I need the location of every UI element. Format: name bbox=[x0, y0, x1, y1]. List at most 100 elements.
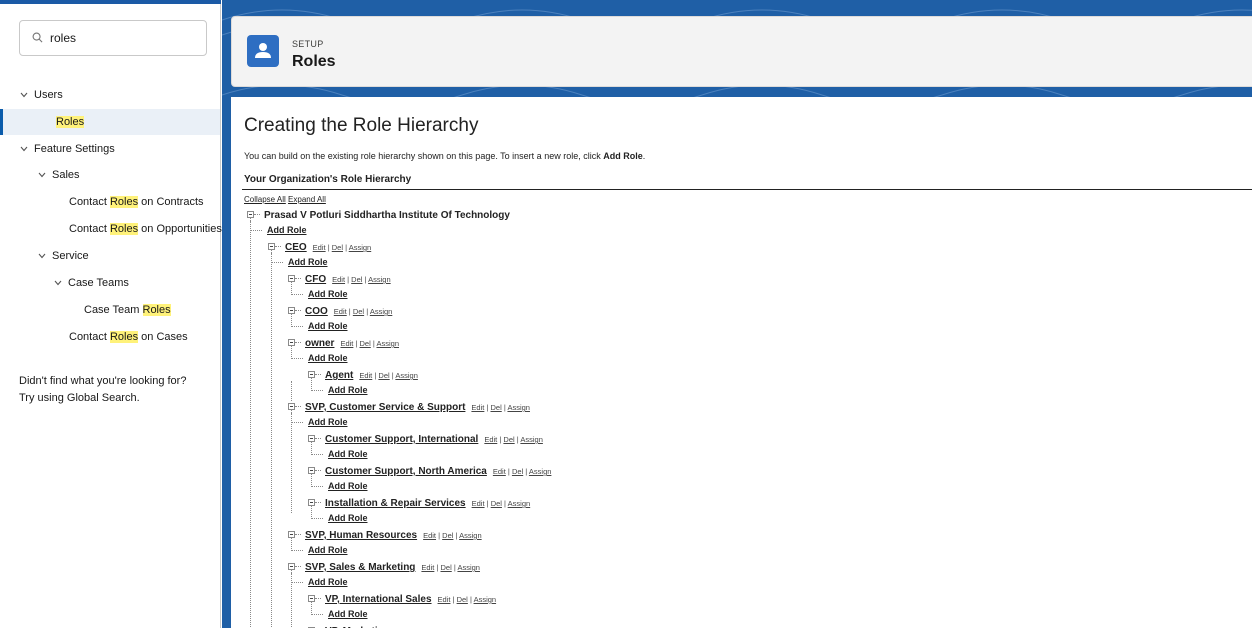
assign-link[interactable]: Assign bbox=[459, 531, 482, 540]
role-link[interactable]: CEO bbox=[285, 242, 307, 253]
assign-link[interactable]: Assign bbox=[370, 307, 393, 316]
collapse-toggle-icon[interactable] bbox=[288, 339, 295, 346]
sidebar-item-contact-roles-on-contracts[interactable]: Contact Roles on Contracts bbox=[69, 189, 204, 215]
sidebar-item-label: Contact bbox=[69, 331, 110, 343]
assign-link[interactable]: Assign bbox=[529, 467, 552, 476]
del-link[interactable]: Del bbox=[353, 307, 364, 316]
add-role-link[interactable]: Add Role bbox=[328, 384, 368, 396]
assign-link[interactable]: Assign bbox=[395, 371, 418, 380]
add-role-link[interactable]: Add Role bbox=[308, 320, 348, 332]
chevron-down-icon bbox=[38, 253, 46, 259]
sidebar-item-users[interactable]: Users bbox=[19, 82, 63, 108]
collapse-toggle-icon[interactable] bbox=[288, 531, 295, 538]
sidebar-item-service[interactable]: Service bbox=[37, 243, 89, 269]
assign-link[interactable]: Assign bbox=[376, 339, 399, 348]
search-highlight: Roles bbox=[109, 331, 139, 343]
add-role-link[interactable]: Add Role bbox=[328, 512, 368, 524]
collapse-toggle-icon[interactable] bbox=[268, 243, 275, 250]
add-role-link[interactable]: Add Role bbox=[288, 256, 328, 268]
del-link[interactable]: Del bbox=[490, 403, 501, 412]
role-link[interactable]: Customer Support, International bbox=[325, 434, 478, 445]
del-link[interactable]: Del bbox=[442, 531, 453, 540]
sidebar-item-case-teams[interactable]: Case Teams bbox=[53, 270, 129, 296]
del-link[interactable]: Del bbox=[440, 563, 451, 572]
collapse-toggle-icon[interactable] bbox=[247, 211, 254, 218]
collapse-toggle-icon[interactable] bbox=[288, 275, 295, 282]
search-input[interactable] bbox=[50, 30, 200, 46]
sidebar-item-label: Case Teams bbox=[68, 277, 129, 289]
sidebar-item-sales[interactable]: Sales bbox=[37, 162, 80, 188]
edit-link[interactable]: Edit bbox=[334, 307, 347, 316]
role-link[interactable]: VP, International Sales bbox=[325, 594, 432, 605]
edit-link[interactable]: Edit bbox=[421, 563, 434, 572]
del-link[interactable]: Del bbox=[491, 499, 502, 508]
search-icon bbox=[32, 32, 43, 43]
del-link[interactable]: Del bbox=[378, 371, 389, 380]
role-link[interactable]: Installation & Repair Services bbox=[325, 498, 466, 509]
role-node: CFO Edit | Del | Assign bbox=[305, 271, 391, 285]
add-role-link[interactable]: Add Role bbox=[308, 576, 348, 588]
sidebar-item-roles[interactable]: Roles bbox=[0, 109, 220, 135]
assign-link[interactable]: Assign bbox=[520, 435, 543, 444]
role-link[interactable]: owner bbox=[305, 338, 334, 349]
edit-link[interactable]: Edit bbox=[313, 243, 326, 252]
edit-link[interactable]: Edit bbox=[493, 467, 506, 476]
assign-link[interactable]: Assign bbox=[508, 499, 531, 508]
edit-link[interactable]: Edit bbox=[472, 499, 485, 508]
collapse-toggle-icon[interactable] bbox=[308, 499, 315, 506]
sidebar-item-contact-roles-on-cases[interactable]: Contact Roles on Cases bbox=[69, 324, 188, 350]
add-role-link[interactable]: Add Role bbox=[308, 352, 348, 364]
add-role-link[interactable]: Add Role bbox=[328, 608, 368, 620]
edit-link[interactable]: Edit bbox=[359, 371, 372, 380]
role-node: COO Edit | Del | Assign bbox=[305, 303, 392, 317]
role-node: Customer Support, International Edit | De… bbox=[325, 431, 543, 445]
collapse-toggle-icon[interactable] bbox=[308, 435, 315, 442]
del-link[interactable]: Del bbox=[457, 595, 468, 604]
add-role-link[interactable]: Add Role bbox=[308, 288, 348, 300]
assign-link[interactable]: Assign bbox=[474, 595, 497, 604]
role-link[interactable]: COO bbox=[305, 306, 328, 317]
collapse-toggle-icon[interactable] bbox=[288, 403, 295, 410]
add-role-link[interactable]: Add Role bbox=[328, 480, 368, 492]
role-link[interactable]: CFO bbox=[305, 274, 326, 285]
add-role-link[interactable]: Add Role bbox=[308, 416, 348, 428]
assign-link[interactable]: Assign bbox=[349, 243, 372, 252]
quick-find-search[interactable] bbox=[19, 20, 207, 56]
del-link[interactable]: Del bbox=[351, 275, 362, 284]
help-line: Didn't find what you're looking for? bbox=[19, 375, 187, 387]
sidebar-item-case-team-roles[interactable]: Case Team Roles bbox=[84, 297, 171, 323]
edit-link[interactable]: Edit bbox=[438, 595, 451, 604]
sidebar-top-accent bbox=[0, 0, 221, 4]
del-link[interactable]: Del bbox=[332, 243, 343, 252]
assign-link[interactable]: Assign bbox=[368, 275, 391, 284]
role-link[interactable]: SVP, Customer Service & Support bbox=[305, 402, 465, 413]
collapse-toggle-icon[interactable] bbox=[308, 595, 315, 602]
del-link[interactable]: Del bbox=[503, 435, 514, 444]
assign-link[interactable]: Assign bbox=[457, 563, 480, 572]
assign-link[interactable]: Assign bbox=[507, 403, 530, 412]
role-hierarchy-tree: Prasad V Potluri Siddhartha Institute Of… bbox=[231, 97, 1252, 628]
sidebar-item-feature-settings[interactable]: Feature Settings bbox=[19, 136, 115, 162]
sidebar-item-contact-roles-on-opportunities[interactable]: Contact Roles on Opportunities bbox=[69, 216, 222, 242]
collapse-toggle-icon[interactable] bbox=[308, 371, 315, 378]
del-link[interactable]: Del bbox=[512, 467, 523, 476]
role-link[interactable]: Agent bbox=[325, 370, 353, 381]
edit-link[interactable]: Edit bbox=[340, 339, 353, 348]
del-link[interactable]: Del bbox=[360, 339, 371, 348]
role-link[interactable]: SVP, Human Resources bbox=[305, 530, 417, 541]
tree-connector bbox=[291, 294, 303, 295]
tree-connector bbox=[291, 413, 292, 513]
collapse-toggle-icon[interactable] bbox=[288, 563, 295, 570]
tree-connector bbox=[295, 278, 301, 279]
role-link[interactable]: Customer Support, North America bbox=[325, 466, 487, 477]
edit-link[interactable]: Edit bbox=[332, 275, 345, 284]
add-role-link[interactable]: Add Role bbox=[267, 224, 307, 236]
add-role-link[interactable]: Add Role bbox=[308, 544, 348, 556]
edit-link[interactable]: Edit bbox=[423, 531, 436, 540]
collapse-toggle-icon[interactable] bbox=[288, 307, 295, 314]
edit-link[interactable]: Edit bbox=[484, 435, 497, 444]
collapse-toggle-icon[interactable] bbox=[308, 467, 315, 474]
role-link[interactable]: SVP, Sales & Marketing bbox=[305, 562, 415, 573]
add-role-link[interactable]: Add Role bbox=[328, 448, 368, 460]
edit-link[interactable]: Edit bbox=[471, 403, 484, 412]
